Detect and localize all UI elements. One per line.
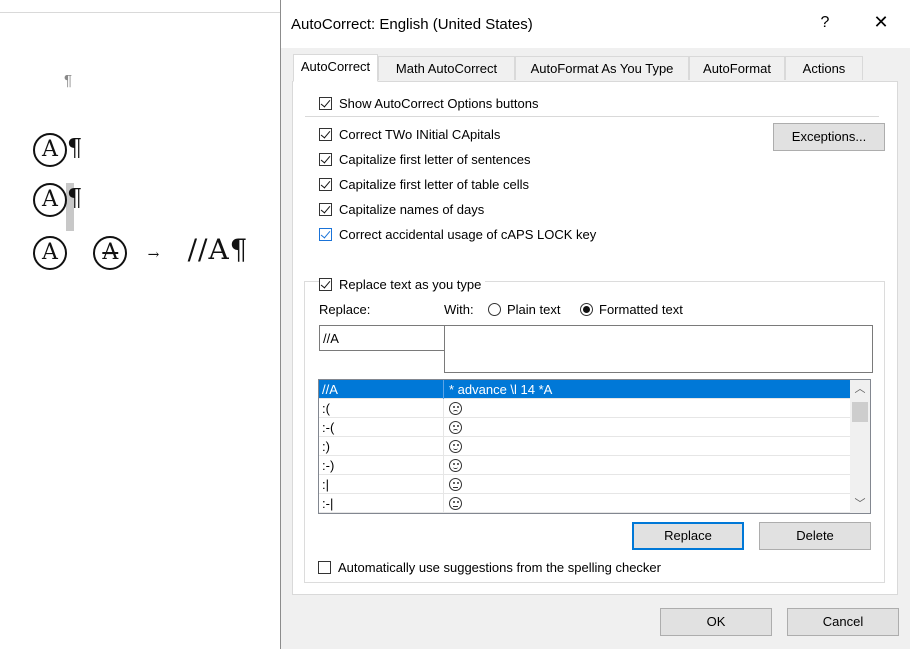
replace-label: Replace: — [319, 302, 371, 317]
checkbox-box[interactable] — [319, 227, 332, 241]
circled-a-symbol: A — [33, 236, 67, 270]
close-button[interactable]: ✕ — [868, 12, 894, 36]
happy-face-icon — [449, 440, 462, 453]
doc-line-3: A A → //A¶ — [33, 233, 248, 270]
list-row[interactable]: //A * advance \l 14 *A — [319, 380, 850, 399]
list-row[interactable]: :| — [319, 475, 850, 494]
checkbox-label: Correct accidental usage of cAPS LOCK ke… — [339, 226, 597, 242]
neutral-face-icon — [449, 497, 462, 510]
checkbox-label: Show AutoCorrect Options buttons — [339, 95, 539, 111]
circled-a-symbol: A — [93, 236, 128, 270]
checkbox-box[interactable] — [319, 152, 332, 166]
checkbox-box[interactable] — [319, 277, 332, 291]
list-scrollbar[interactable]: ︿ ﹀ — [850, 380, 870, 513]
show-options-buttons-checkbox[interactable]: Show AutoCorrect Options buttons — [319, 94, 538, 112]
doc-line-1: A ¶ — [33, 133, 82, 167]
paragraph-mark: ¶ — [64, 72, 73, 89]
caps-lock-checkbox[interactable]: Correct accidental usage of cAPS LOCK ke… — [319, 225, 596, 243]
radio-label: Formatted text — [599, 302, 683, 317]
list-row[interactable]: :-) — [319, 456, 850, 475]
radio-circle[interactable] — [580, 303, 593, 316]
exceptions-button[interactable]: Exceptions... — [773, 123, 885, 151]
checkbox-box[interactable] — [319, 96, 332, 110]
paragraph-mark: ¶ — [67, 184, 83, 212]
dialog-title: AutoCorrect: English (United States) — [291, 16, 533, 33]
tab-math-autocorrect[interactable]: Math AutoCorrect — [378, 56, 515, 80]
ruler-line — [0, 12, 282, 13]
plain-text-radio[interactable]: Plain text — [488, 302, 560, 317]
sad-face-icon — [449, 421, 462, 434]
tab-autocorrect[interactable]: AutoCorrect — [293, 54, 378, 82]
list-row[interactable]: :-( — [319, 418, 850, 437]
replacement-list[interactable]: //A * advance \l 14 *A :( :-( :) :-) :| … — [318, 379, 871, 514]
checkbox-label: Capitalize first letter of table cells — [339, 176, 530, 192]
help-button[interactable]: ? — [813, 14, 837, 34]
formatted-text-radio[interactable]: Formatted text — [580, 302, 683, 317]
circled-a-symbol: A — [33, 133, 67, 167]
checkbox-box[interactable] — [319, 177, 332, 191]
tab-autoformat[interactable]: AutoFormat — [689, 56, 785, 80]
autocorrect-dialog: AutoCorrect: English (United States) ? ✕… — [280, 0, 910, 649]
sad-face-icon — [449, 402, 462, 415]
list-row[interactable]: :) — [319, 437, 850, 456]
use-suggestions-checkbox[interactable]: Automatically use suggestions from the s… — [318, 558, 661, 576]
first-letter-table-checkbox[interactable]: Capitalize first letter of table cells — [319, 175, 529, 193]
checkbox-label: Capitalize names of days — [339, 201, 485, 217]
radio-circle[interactable] — [488, 303, 501, 316]
checkbox-label: Capitalize first letter of sentences — [339, 151, 531, 167]
radio-label: Plain text — [507, 302, 561, 317]
document-area[interactable]: ¶ A ¶ A ¶ A A → //A¶ — [0, 0, 282, 649]
first-letter-sentences-checkbox[interactable]: Capitalize first letter of sentences — [319, 150, 530, 168]
ok-button[interactable]: OK — [660, 608, 772, 636]
tab-arrow: → — [147, 247, 160, 263]
checkbox-label: Automatically use suggestions from the s… — [338, 559, 661, 575]
doc-line-2: A ¶ — [33, 183, 82, 217]
checkbox-label: Replace text as you type — [339, 276, 482, 292]
circled-a-symbol: A — [33, 183, 67, 217]
checkbox-box[interactable] — [318, 560, 331, 574]
dialog-titlebar: AutoCorrect: English (United States) ? ✕ — [281, 0, 910, 48]
neutral-face-icon — [449, 478, 462, 491]
with-input[interactable] — [444, 325, 873, 373]
list-row[interactable]: :( — [319, 399, 850, 418]
paragraph-mark: ¶ — [67, 134, 83, 162]
list-row[interactable]: :-| — [319, 494, 850, 513]
replace-as-you-type-checkbox[interactable]: Replace text as you type — [319, 275, 486, 293]
scroll-thumb[interactable] — [852, 402, 868, 422]
scroll-up-icon[interactable]: ︿ — [850, 380, 870, 398]
replace-input[interactable]: //A — [319, 325, 445, 351]
delete-button[interactable]: Delete — [759, 522, 871, 550]
names-of-days-checkbox[interactable]: Capitalize names of days — [319, 200, 484, 218]
happy-face-icon — [449, 459, 462, 472]
two-initials-checkbox[interactable]: Correct TWo INitial CApitals — [319, 125, 500, 143]
cancel-button[interactable]: Cancel — [787, 608, 899, 636]
tab-actions[interactable]: Actions — [785, 56, 863, 80]
tab-autoformat-as-you-type[interactable]: AutoFormat As You Type — [515, 56, 689, 80]
scroll-down-icon[interactable]: ﹀ — [850, 495, 870, 513]
checkbox-box[interactable] — [319, 127, 332, 141]
typed-text: //A¶ — [187, 233, 249, 266]
divider — [305, 116, 879, 117]
checkbox-box[interactable] — [319, 202, 332, 216]
with-label: With: — [444, 302, 474, 317]
replace-button[interactable]: Replace — [632, 522, 744, 550]
checkbox-label: Correct TWo INitial CApitals — [339, 126, 501, 142]
